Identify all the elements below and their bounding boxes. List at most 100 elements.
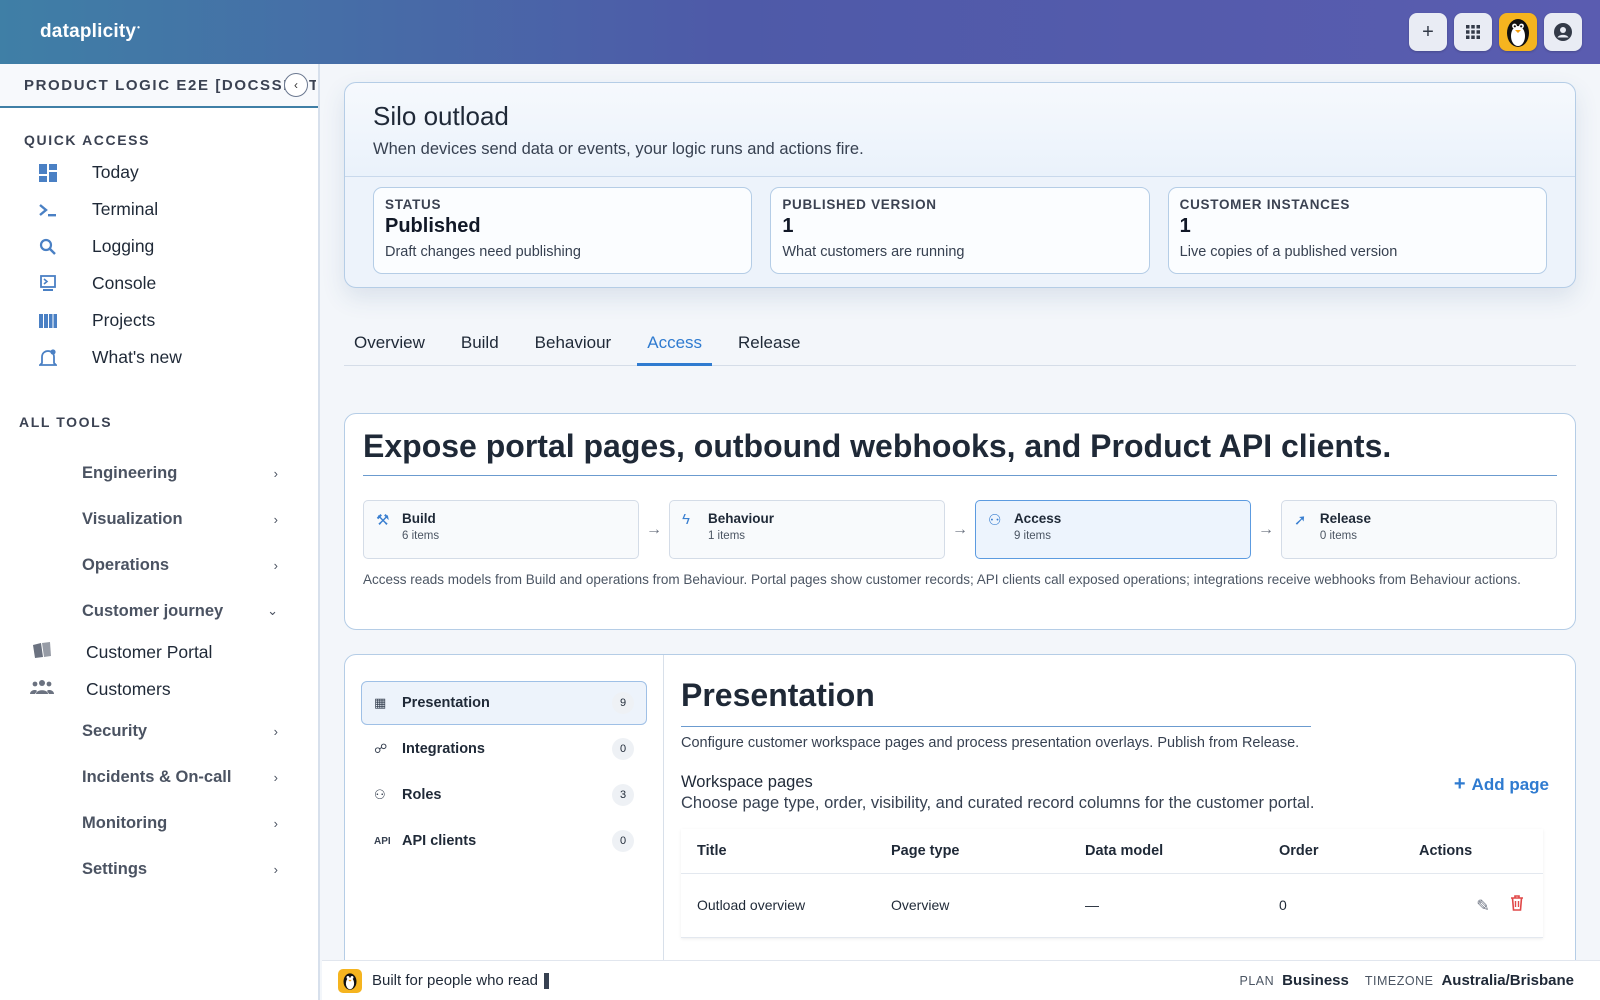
status-bar: Built for people who read PLAN Business … — [322, 960, 1600, 1000]
presentation-title: Presentation — [681, 677, 1311, 727]
sidebar-item-projects[interactable]: Projects — [0, 302, 320, 339]
chevron-right-icon: › — [273, 769, 278, 785]
sidebar-item-customers[interactable]: Customers — [0, 671, 320, 708]
terminal-icon — [38, 200, 58, 220]
add-button[interactable]: + — [1409, 13, 1447, 51]
account-button[interactable] — [1544, 13, 1582, 51]
sidebar-item-console[interactable]: Console — [0, 265, 320, 302]
col-page-type[interactable]: Page type — [875, 829, 1069, 874]
tool-group-settings[interactable]: Settings › — [0, 846, 320, 892]
search-icon — [38, 237, 58, 257]
cell-page-type: Overview — [875, 873, 1069, 938]
page-title: Silo outload — [373, 101, 509, 131]
chevron-right-icon: › — [273, 861, 278, 877]
col-actions: Actions — [1403, 829, 1543, 874]
sidebar-item-whats-new[interactable]: What's new — [0, 339, 320, 376]
workspace-pages-title: Workspace pages — [681, 773, 813, 791]
collapse-sidebar-button[interactable]: ‹ — [284, 73, 308, 97]
tab-release[interactable]: Release — [728, 326, 810, 366]
tool-group-engineering[interactable]: Engineering › — [0, 450, 320, 496]
bolt-icon: ϟ — [681, 511, 690, 528]
sidebar-item-customer-portal[interactable]: Customer Portal — [0, 634, 320, 671]
step-build[interactable]: ⚒ Build 6 items — [363, 500, 640, 559]
table-row[interactable]: Outload overview Overview — 0 ✎ — [681, 873, 1543, 938]
plan-label: PLAN — [1239, 973, 1275, 988]
tool-group-visualization[interactable]: Visualization › — [0, 496, 320, 542]
tool-group-customer-journey[interactable]: Customer journey ⌄ — [0, 588, 320, 634]
col-data-model[interactable]: Data model — [1069, 829, 1263, 874]
arrow-right-icon: → — [951, 520, 968, 538]
chevron-left-icon: ‹ — [294, 78, 298, 92]
arrow-right-icon: → — [1257, 520, 1274, 538]
step-access[interactable]: ⚇ Access 9 items — [974, 500, 1252, 559]
sidebar-item-terminal[interactable]: Terminal — [0, 191, 320, 228]
user-avatar[interactable] — [1499, 13, 1537, 51]
org-selector[interactable]: PRODUCT LOGIC E2E [DOCSSHOTS] ‹ — [0, 64, 318, 108]
penguin-icon — [1507, 19, 1529, 47]
apps-button[interactable] — [1454, 13, 1492, 51]
tab-access[interactable]: Access — [637, 326, 713, 366]
tab-behaviour[interactable]: Behaviour — [525, 326, 622, 366]
tool-group-monitoring[interactable]: Monitoring › — [0, 800, 320, 846]
stat-status: STATUS Published Draft changes need publ… — [373, 187, 753, 274]
product-summary-card: Silo outload When devices send data or e… — [344, 82, 1576, 288]
col-title[interactable]: Title — [681, 829, 875, 874]
top-actions: + — [1409, 13, 1582, 51]
delete-icon[interactable] — [1507, 894, 1527, 916]
step-release[interactable]: ➚ Release 0 items — [1280, 500, 1557, 559]
tab-build[interactable]: Build — [451, 326, 509, 366]
subnav-presentation[interactable]: ▦ Presentation 9 — [361, 681, 647, 725]
tagline: Built for people who read — [372, 972, 549, 990]
plan-value: Business — [1282, 972, 1349, 989]
cell-order: 0 — [1263, 873, 1403, 938]
sidebar-item-logging[interactable]: Logging — [0, 228, 320, 265]
tool-group-operations[interactable]: Operations › — [0, 542, 320, 588]
count-badge: 9 — [612, 692, 634, 714]
count-badge: 3 — [612, 784, 634, 806]
col-order[interactable]: Order — [1263, 829, 1403, 874]
count-badge: 0 — [612, 738, 634, 760]
tab-overview[interactable]: Overview — [344, 326, 435, 366]
account-icon — [1554, 23, 1572, 41]
quick-access-list: Today Terminal Logging Console Projects … — [0, 154, 320, 376]
step-behaviour[interactable]: ϟ Behaviour 1 items — [668, 500, 946, 559]
account-meta: PLAN Business TIMEZONE Australia/Brisban… — [1240, 972, 1583, 989]
tool-group-incidents[interactable]: Incidents & On-call › — [0, 754, 320, 800]
chevron-right-icon: › — [273, 557, 278, 573]
dashboard-icon — [38, 163, 58, 183]
product-header: Silo outload When devices send data or e… — [345, 83, 1575, 177]
subnav-api-clients[interactable]: API API clients 0 — [361, 819, 647, 863]
api-icon: API — [374, 835, 391, 847]
timezone-label: TIMEZONE — [1364, 973, 1434, 988]
cell-title: Outload overview — [681, 873, 875, 938]
table-header-row: Title Page type Data model Order Actions — [681, 829, 1543, 874]
quick-access-label: QUICK ACCESS — [24, 132, 151, 148]
roles-icon: ⚇ — [374, 787, 386, 802]
chevron-right-icon: › — [273, 465, 278, 481]
presentation-content: Presentation Configure customer workspac… — [681, 677, 1557, 938]
section-heading: Expose portal pages, outbound webhooks, … — [363, 428, 1557, 476]
subnav-roles[interactable]: ⚇ Roles 3 — [361, 773, 647, 817]
top-bar: dataplicity• + — [0, 0, 1600, 64]
console-icon — [38, 274, 58, 294]
tool-group-security[interactable]: Security › — [0, 708, 320, 754]
stat-customer-instances: CUSTOMER INSTANCES 1 Live copies of a pu… — [1167, 187, 1547, 274]
penguin-icon — [338, 968, 362, 993]
presentation-panel: ▦ Presentation 9 ☍ Integrations 0 ⚇ Role… — [344, 654, 1576, 960]
logo[interactable]: dataplicity• — [40, 21, 140, 43]
pipeline-description: Access reads models from Build and opera… — [363, 572, 1521, 587]
org-name: PRODUCT LOGIC E2E [DOCSSHOTS] — [24, 76, 316, 94]
pipeline-steps: ⚒ Build 6 items → ϟ Behaviour 1 items → ⚇ … — [363, 500, 1557, 559]
access-pipeline-card: Expose portal pages, outbound webhooks, … — [344, 413, 1576, 630]
subnav-integrations[interactable]: ☍ Integrations 0 — [361, 727, 647, 771]
add-page-button[interactable]: + Add page — [1454, 773, 1557, 813]
access-subnav: ▦ Presentation 9 ☍ Integrations 0 ⚇ Role… — [345, 655, 664, 960]
apps-grid-icon — [1466, 25, 1480, 39]
plus-icon: + — [1453, 773, 1466, 795]
sidebar-item-today[interactable]: Today — [0, 154, 320, 191]
tools-icon: ⚒ — [376, 512, 390, 529]
portal-icon — [30, 641, 54, 664]
projects-icon — [38, 311, 58, 331]
cell-data-model: — — [1069, 873, 1263, 938]
edit-icon[interactable]: ✎ — [1473, 896, 1493, 916]
